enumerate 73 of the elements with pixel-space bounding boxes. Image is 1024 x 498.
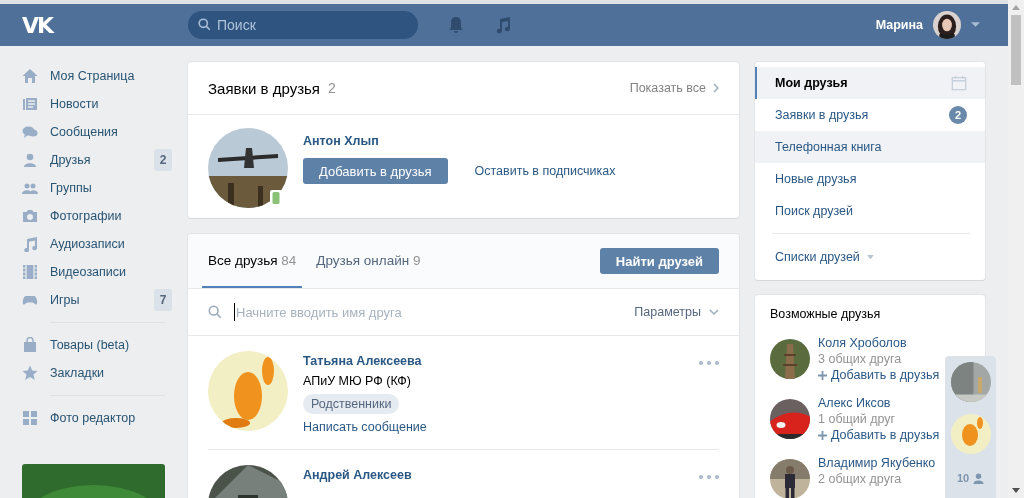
nav-item[interactable]: Фотографии	[22, 202, 172, 230]
person-name[interactable]: Антон Хлып	[303, 134, 616, 148]
scroll-up-arrow-icon[interactable]	[1012, 5, 1020, 10]
scroll-down-arrow-icon[interactable]	[1012, 488, 1020, 493]
person-name[interactable]: Татьяна Алексеева	[303, 354, 422, 368]
more-icon[interactable]	[699, 361, 719, 365]
add-friend-button[interactable]: Добавить в друзья	[303, 158, 448, 184]
search-field[interactable]: Поиск	[188, 11, 418, 39]
plus-icon	[818, 370, 827, 380]
logo[interactable]: VK	[22, 12, 188, 38]
chevron-icon	[709, 309, 719, 315]
search-icon	[198, 18, 211, 31]
nav-item[interactable]: Группы	[22, 174, 172, 202]
caret-icon	[865, 254, 875, 260]
mutual-friends-text: 3 общих друга	[818, 351, 902, 367]
star-icon	[22, 365, 38, 381]
find-friends-button[interactable]: Найти друзей	[599, 248, 719, 274]
university-text: АПиУ МЮ РФ (КФ)	[303, 374, 411, 388]
nav-item[interactable]: Новости	[22, 90, 172, 118]
calendar-icon[interactable]	[951, 75, 967, 91]
nav-item[interactable]: Видеозаписи	[22, 258, 172, 286]
friend-lists-dropdown[interactable]: Списки друзей	[755, 240, 985, 274]
section-title: Возможные друзья	[770, 307, 882, 321]
more-icon[interactable]	[699, 475, 719, 479]
caret-icon[interactable]	[971, 22, 980, 28]
menu-item[interactable]: Телефонная книга	[755, 131, 985, 163]
plus-icon	[818, 430, 827, 440]
nav-item[interactable]: Закладки	[22, 359, 172, 387]
count-badge: 7	[154, 289, 172, 311]
menu-item[interactable]: Новые друзья	[755, 163, 985, 195]
count-badge: 2	[154, 149, 172, 171]
show-all-link[interactable]: Показать все	[629, 81, 706, 95]
person-name[interactable]: Владимир Якубенко	[818, 455, 936, 471]
keep-as-follower-link[interactable]: Оставить в подписчиках	[474, 164, 616, 178]
film-icon	[22, 264, 38, 280]
count-badge: 2	[949, 106, 967, 124]
add-friend-link[interactable]: Добавить в друзья	[818, 367, 940, 383]
search-icon	[208, 305, 222, 319]
menu-item[interactable]: Заявки в друзья 2	[755, 99, 985, 131]
parameters-dropdown[interactable]: Параметры	[634, 305, 701, 319]
nav-item[interactable]: Аудиозаписи	[22, 230, 172, 258]
person-name[interactable]: Алекс Иксов	[818, 395, 891, 411]
add-friend-link[interactable]: Добавить в друзья	[818, 427, 940, 443]
menu-item[interactable]: Мои друзья	[755, 67, 985, 99]
grid-icon	[22, 410, 38, 426]
write-message-link[interactable]: Написать сообщение	[303, 420, 427, 434]
msg-icon	[22, 124, 38, 140]
person-icon	[973, 472, 985, 484]
user-name[interactable]: Марина	[875, 18, 923, 32]
home-icon	[22, 68, 38, 84]
bag-icon	[22, 337, 38, 353]
person-name[interactable]: Коля Хроболов	[818, 335, 907, 351]
scrollbar-thumb[interactable]	[1011, 15, 1021, 85]
nav-item[interactable]: Фото редактор	[22, 404, 172, 432]
nav-item[interactable]: Игры 7	[22, 286, 172, 314]
section-title: Заявки в друзья	[208, 79, 320, 97]
relatives-tag: Родственники	[303, 394, 400, 414]
request-count: 2	[328, 80, 336, 96]
tab[interactable]: Все друзья 84	[202, 234, 303, 288]
nav-item[interactable]: Сообщения	[22, 118, 172, 146]
person-name[interactable]: Андрей Алексеев	[303, 468, 412, 482]
menu-item[interactable]: Поиск друзей	[755, 195, 985, 227]
news-icon	[22, 96, 38, 112]
nav-item[interactable]: Друзья 2	[22, 146, 172, 174]
nav-item[interactable]: Товары (beta)	[22, 331, 172, 359]
camera-icon	[22, 208, 38, 224]
chevron-icon	[713, 83, 719, 93]
nav-item[interactable]: Моя Страница	[22, 62, 172, 90]
note-icon	[22, 236, 38, 252]
mutual-friends-text: 1 общий друг	[818, 411, 896, 427]
user-icon	[22, 152, 38, 168]
mutual-friends-text: 2 общих друга	[818, 471, 902, 487]
tab[interactable]: Друзья онлайн 9	[310, 234, 427, 288]
